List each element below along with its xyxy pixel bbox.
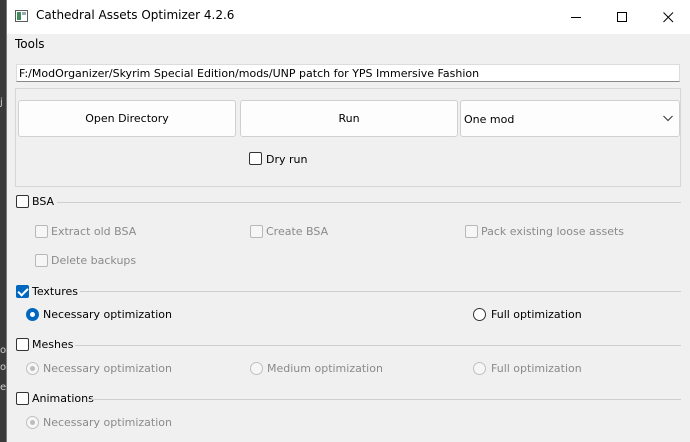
- close-button[interactable]: [645, 0, 690, 34]
- textures-group-line: [80, 291, 681, 292]
- meshes-necessary-label: Necessary optimization: [43, 362, 172, 375]
- create-bsa-label: Create BSA: [266, 225, 329, 238]
- animations-label: Animations: [32, 392, 94, 405]
- extract-old-bsa-label: Extract old BSA: [51, 225, 137, 238]
- delete-backups-checkbox[interactable]: [35, 254, 48, 267]
- animations-necessary-radio[interactable]: [26, 416, 39, 429]
- meshes-medium-label: Medium optimization: [267, 362, 383, 375]
- textures-checkbox[interactable]: [16, 285, 29, 298]
- meshes-group-line: [75, 345, 681, 346]
- run-button[interactable]: Run: [240, 100, 458, 137]
- mode-select[interactable]: One mod: [460, 100, 680, 137]
- create-bsa-checkbox[interactable]: [250, 225, 263, 238]
- minimize-icon: [570, 16, 581, 18]
- meshes-necessary-radio[interactable]: [26, 362, 39, 375]
- textures-necessary-label: Necessary optimization: [43, 308, 172, 321]
- maximize-button[interactable]: [599, 0, 645, 34]
- meshes-full-label: Full optimization: [491, 362, 582, 375]
- meshes-medium-radio[interactable]: [250, 362, 263, 375]
- path-input[interactable]: F:/ModOrganizer/Skyrim Special Edition/m…: [16, 64, 680, 82]
- bsa-checkbox[interactable]: [16, 195, 29, 208]
- bsa-group-line: [57, 202, 681, 203]
- menu-tools[interactable]: Tools: [15, 37, 45, 51]
- animations-checkbox[interactable]: [16, 392, 29, 405]
- minimize-button[interactable]: [553, 0, 599, 34]
- dry-run-label: Dry run: [266, 153, 308, 166]
- chevron-down-icon: [663, 115, 673, 122]
- pack-loose-assets-checkbox[interactable]: [465, 225, 478, 238]
- maximize-icon: [616, 11, 627, 22]
- app-window: Cathedral Assets Optimizer 4.2.6 Tools F…: [6, 0, 690, 442]
- animations-necessary-label: Necessary optimization: [43, 416, 172, 429]
- extract-old-bsa-checkbox[interactable]: [35, 225, 48, 238]
- bsa-label: BSA: [32, 195, 55, 208]
- window-title: Cathedral Assets Optimizer 4.2.6: [36, 8, 235, 22]
- mode-select-value: One mod: [464, 113, 515, 126]
- app-icon: [15, 10, 28, 22]
- delete-backups-label: Delete backups: [51, 254, 137, 267]
- meshes-full-radio[interactable]: [473, 362, 486, 375]
- title-bar[interactable]: Cathedral Assets Optimizer 4.2.6: [7, 0, 690, 34]
- pack-loose-assets-label: Pack existing loose assets: [481, 225, 625, 238]
- meshes-checkbox[interactable]: [16, 338, 29, 351]
- close-icon: [662, 11, 673, 22]
- textures-label: Textures: [32, 285, 78, 298]
- animations-group-line: [90, 399, 681, 400]
- textures-necessary-radio[interactable]: [26, 308, 39, 321]
- open-directory-button[interactable]: Open Directory: [18, 100, 236, 137]
- meshes-label: Meshes: [32, 338, 74, 351]
- textures-full-radio[interactable]: [473, 308, 486, 321]
- textures-full-label: Full optimization: [491, 308, 582, 321]
- menu-bar: Tools: [7, 34, 690, 56]
- dry-run-checkbox[interactable]: [249, 152, 262, 165]
